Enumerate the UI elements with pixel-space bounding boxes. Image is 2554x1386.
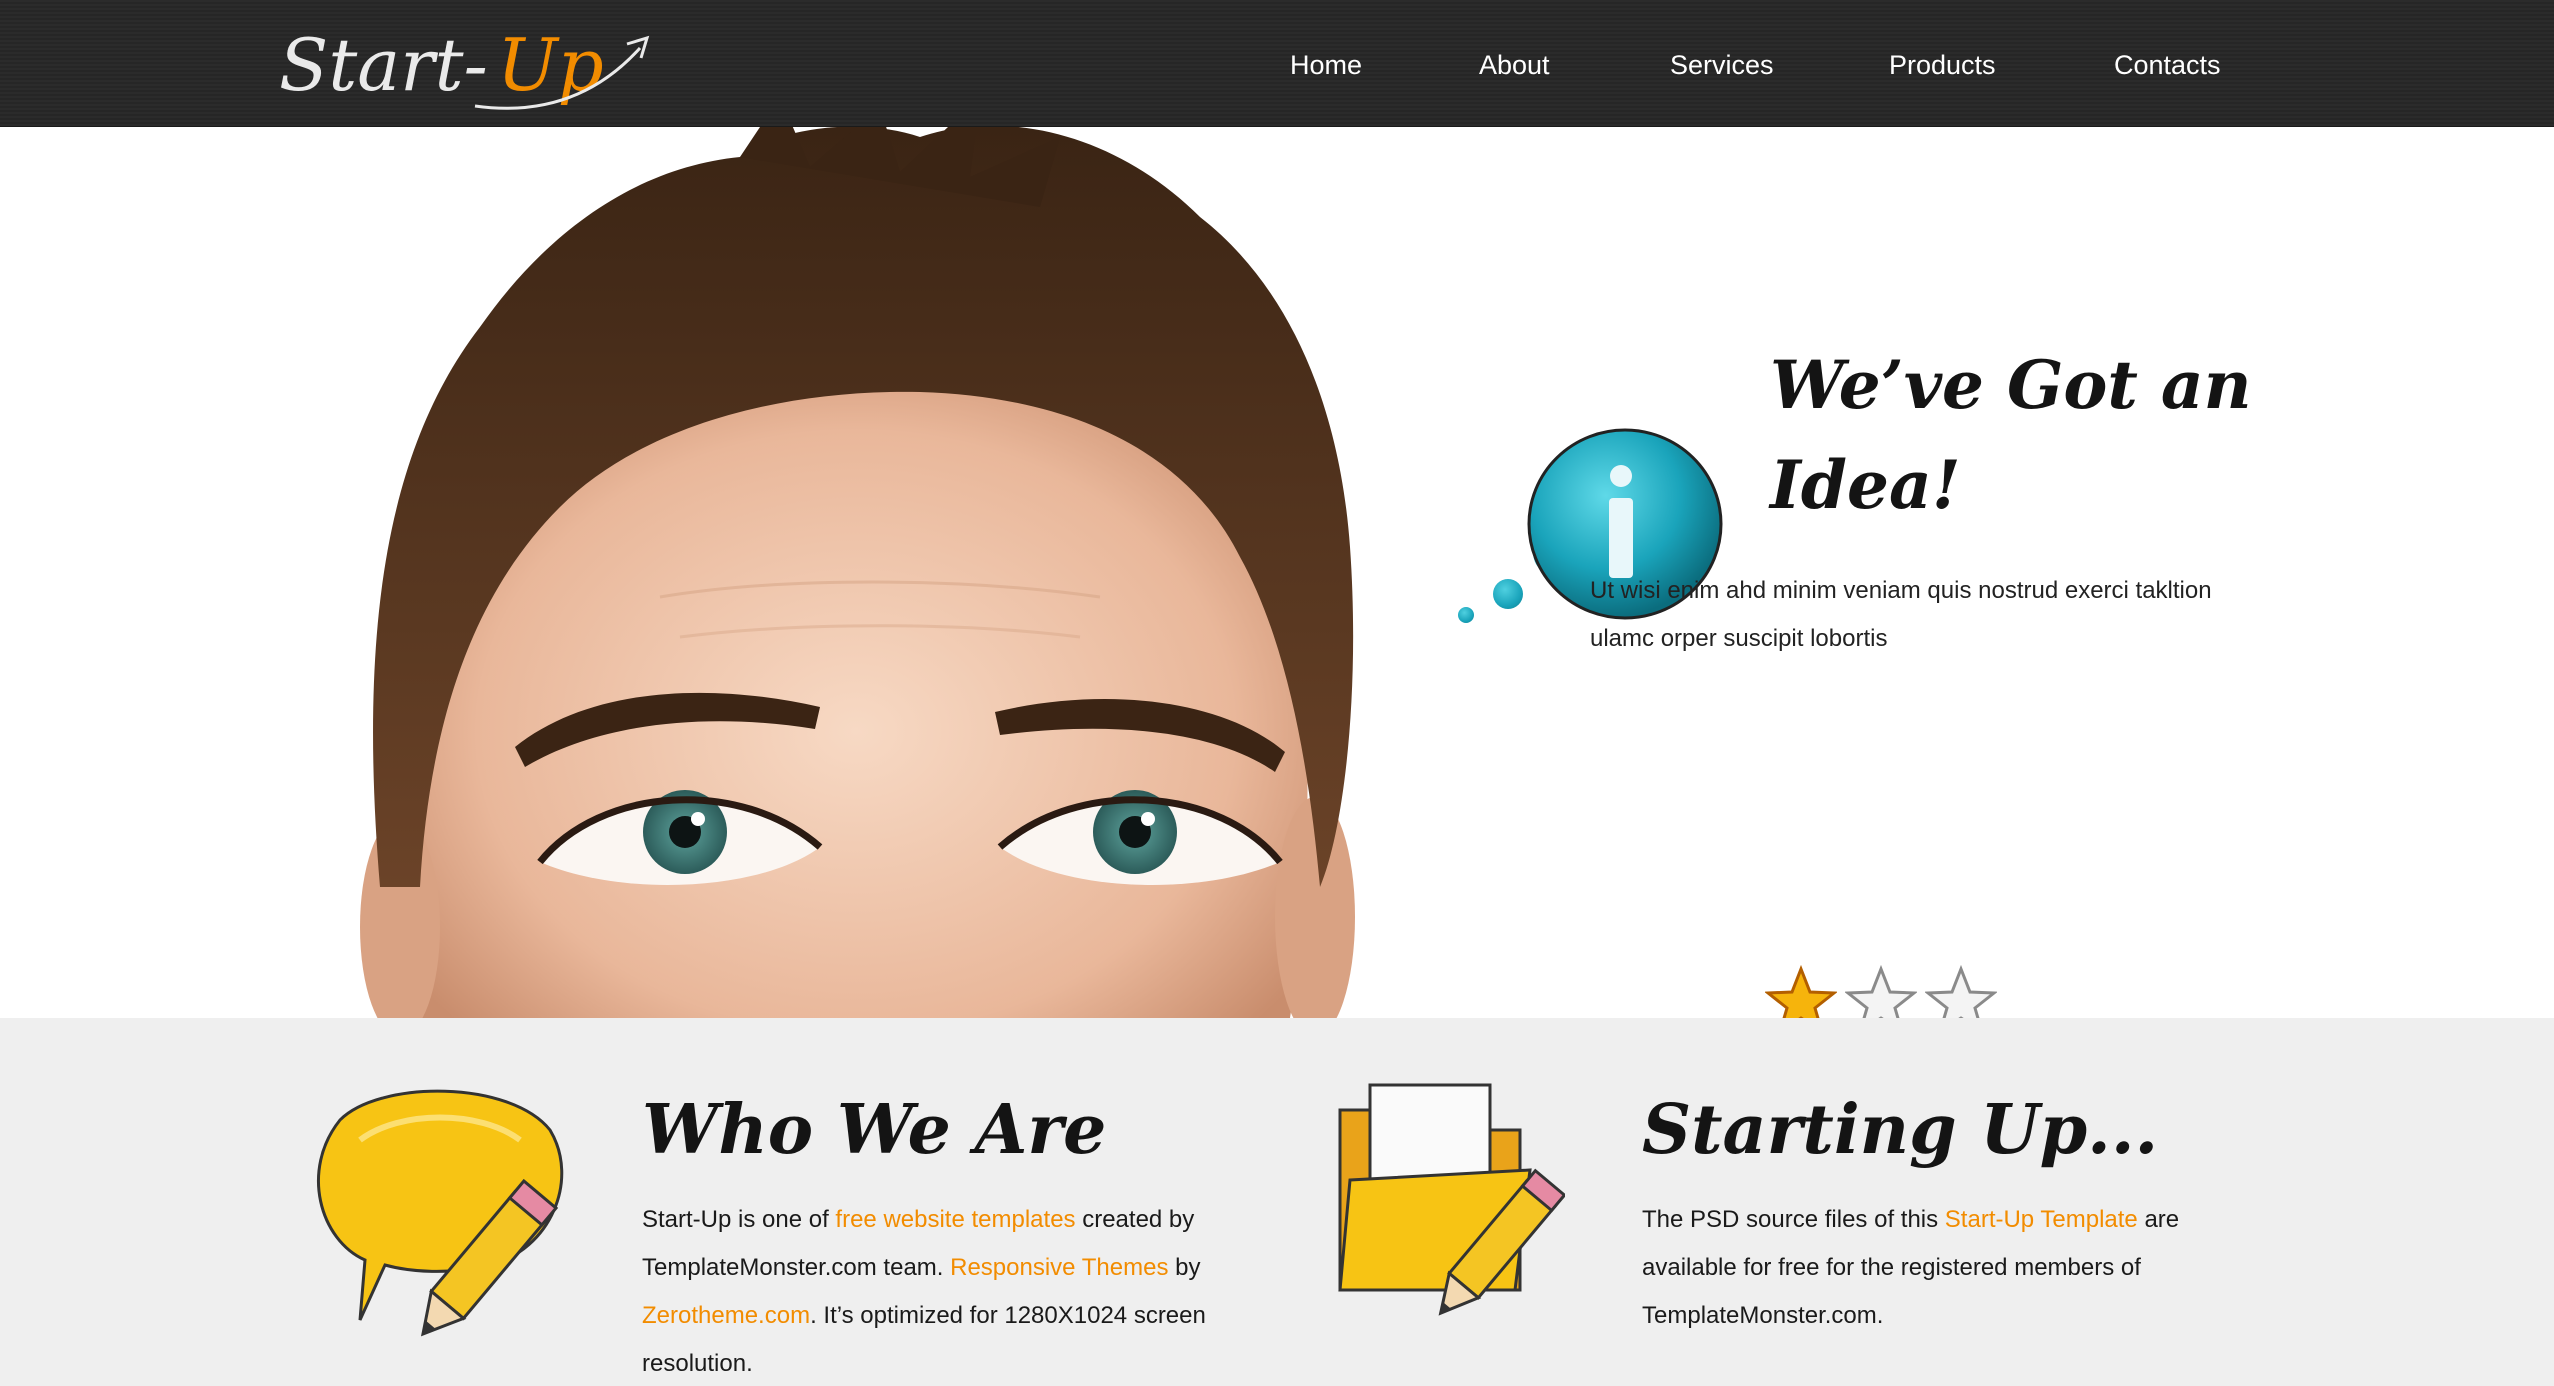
who-text-3: by — [1168, 1254, 1201, 1281]
logo-graphic: Start- Up — [279, 23, 650, 110]
hero-description: Ut wisi enim ahd minim veniam quis nostr… — [1590, 577, 2212, 652]
link-free-website-templates[interactable]: free website templates — [835, 1206, 1075, 1233]
nav-products[interactable]: Products — [1889, 50, 1996, 81]
link-start-up-template[interactable]: Start-Up Template — [1945, 1206, 2138, 1233]
starting-up-title: Starting Up... — [1642, 1090, 2159, 1170]
nav-services[interactable]: Services — [1670, 50, 1774, 81]
hero-banner: We’ve Got an Idea! Ut wisi enim ahd mini… — [0, 127, 2554, 1018]
thought-bubble-medium — [1493, 579, 1523, 609]
site-logo[interactable]: Start- Up — [275, 8, 655, 118]
nav-about[interactable]: About — [1479, 50, 1550, 81]
hero-title-line1: We’ve Got an — [1770, 346, 2252, 424]
thought-bubble-small — [1458, 607, 1474, 623]
starting-up-text: The PSD source files of this Start-Up Te… — [1642, 1196, 2242, 1340]
link-zerotheme[interactable]: Zerotheme.com — [642, 1302, 810, 1329]
link-responsive-themes[interactable]: Responsive Themes — [950, 1254, 1168, 1281]
star-filled-icon[interactable] — [1765, 965, 1837, 1018]
speech-bubble-pencil-icon — [317, 1089, 564, 1337]
who-text-1: Start-Up is one of — [642, 1206, 836, 1233]
who-we-are-title: Who We Are — [642, 1090, 1107, 1170]
nav-home[interactable]: Home — [1290, 50, 1362, 81]
features-section: Who We Are Start-Up is one of free websi… — [0, 1018, 2554, 1386]
who-we-are-text: Start-Up is one of free website template… — [642, 1196, 1242, 1386]
start-text-1: The PSD source files of this — [1642, 1206, 1945, 1233]
star-empty-icon[interactable] — [1845, 965, 1917, 1018]
site-header: Start- Up Home About Services Products C… — [0, 0, 2554, 127]
logo-text-start: Start- — [279, 23, 488, 107]
logo-arrow-icon — [626, 35, 650, 59]
nav-contacts[interactable]: Contacts — [2114, 50, 2221, 81]
hero-title: We’ve Got an Idea! — [1770, 335, 2270, 535]
logo-text-up: Up — [497, 23, 604, 107]
hero-face-image — [360, 127, 1355, 1018]
hero-title-line2: Idea! — [1770, 446, 1961, 524]
star-empty-icon[interactable] — [1925, 965, 1997, 1018]
folder-pencil-icon — [1338, 1083, 1565, 1316]
